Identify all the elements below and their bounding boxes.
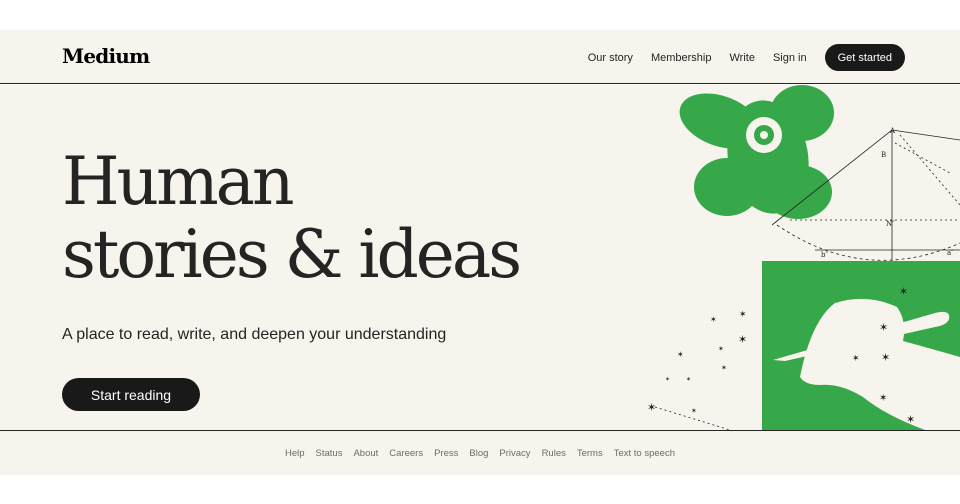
site-footer: Help Status About Careers Press Blog Pri… [0, 430, 960, 475]
svg-text:✶: ✶ [879, 393, 887, 404]
site-header: Medium Our story Membership Write Sign i… [0, 30, 960, 84]
footer-press-link[interactable]: Press [434, 448, 458, 459]
svg-text:N″: N″ [886, 220, 895, 228]
top-spacer [0, 0, 960, 30]
svg-text:✶: ✶ [718, 345, 724, 353]
headline-line-1: Human [62, 143, 295, 220]
footer-careers-link[interactable]: Careers [389, 448, 423, 459]
svg-text:✶: ✶ [899, 285, 908, 298]
svg-text:✶: ✶ [738, 333, 747, 346]
footer-terms-link[interactable]: Terms [577, 448, 603, 459]
start-reading-button[interactable]: Start reading [62, 378, 200, 411]
nav-our-story-link[interactable]: Our story [588, 52, 633, 64]
nav-sign-in-link[interactable]: Sign in [773, 52, 807, 64]
footer-blog-link[interactable]: Blog [469, 448, 488, 459]
svg-text:B: B [881, 151, 886, 159]
svg-text:✶: ✶ [647, 401, 656, 414]
headline-line-2: stories & ideas [62, 216, 522, 293]
footer-help-link[interactable]: Help [285, 448, 305, 459]
svg-text:✶: ✶ [852, 354, 860, 364]
hero-section: Human stories & ideas A place to read, w… [0, 85, 960, 430]
svg-text:✶: ✶ [710, 315, 717, 324]
green-flower-icon [679, 85, 834, 219]
hand-writing-flower-geometry-illustration: B N″ b″ E a″ A ✶ ✶ ✶ ✶ ✶ ✶ ✶ ✶ ✶ ✶ ✶ ✶ [647, 85, 960, 430]
svg-text:a″: a″ [947, 249, 954, 257]
hero-subheading: A place to read, write, and deepen your … [62, 326, 447, 343]
svg-text:✶: ✶ [686, 376, 691, 383]
bottom-spacer [0, 475, 960, 504]
hero-headline: Human stories & ideas [62, 145, 622, 291]
medium-logo[interactable]: Medium [62, 44, 150, 68]
svg-text:✶: ✶ [906, 413, 915, 426]
svg-text:✶: ✶ [721, 364, 727, 372]
get-started-button[interactable]: Get started [824, 44, 905, 71]
nav-write-link[interactable]: Write [729, 52, 754, 64]
svg-text:A: A [889, 127, 896, 135]
svg-text:✶: ✶ [677, 350, 684, 359]
footer-text-to-speech-link[interactable]: Text to speech [614, 448, 675, 459]
svg-text:✶: ✶ [879, 321, 888, 334]
svg-text:✶: ✶ [881, 351, 890, 364]
footer-about-link[interactable]: About [353, 448, 378, 459]
footer-status-link[interactable]: Status [316, 448, 343, 459]
svg-text:✶: ✶ [691, 407, 697, 415]
footer-privacy-link[interactable]: Privacy [499, 448, 530, 459]
svg-text:✶: ✶ [665, 376, 670, 383]
nav-membership-link[interactable]: Membership [651, 52, 712, 64]
svg-text:✶: ✶ [739, 310, 747, 320]
svg-text:b″: b″ [821, 251, 828, 259]
footer-rules-link[interactable]: Rules [542, 448, 566, 459]
top-nav: Our story Membership Write Sign in Get s… [588, 44, 905, 71]
